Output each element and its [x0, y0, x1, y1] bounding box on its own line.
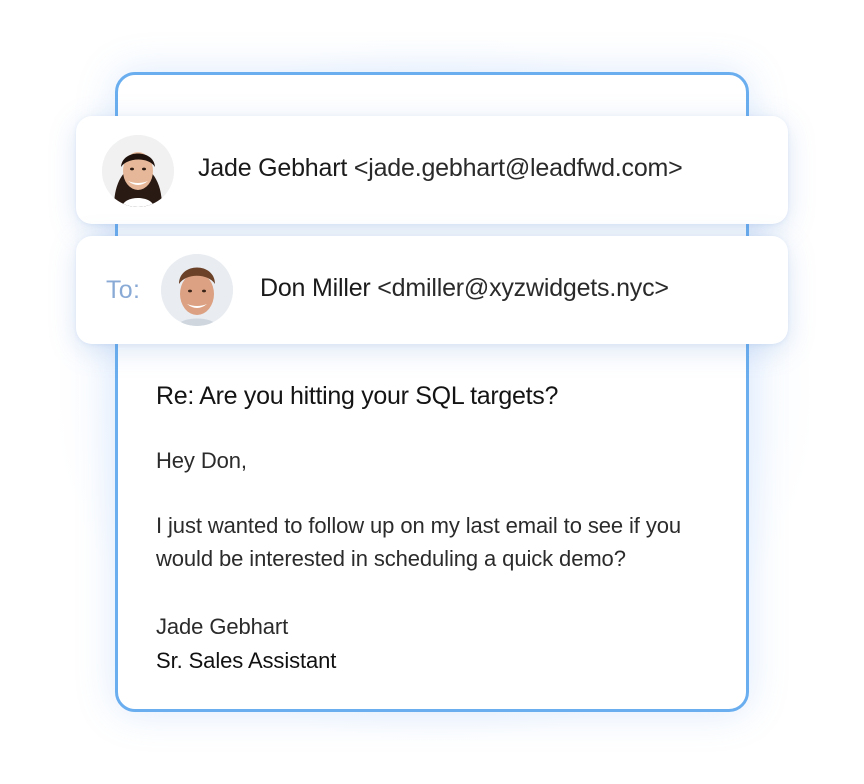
sender-contact: Jade Gebhart <jade.gebhart@leadfwd.com> — [198, 154, 683, 183]
recipient-row[interactable]: To: Don Miller <dmiller@xyzwidgets.nyc> — [76, 236, 788, 344]
recipient-avatar-image — [161, 254, 233, 326]
sender-avatar-image — [102, 135, 174, 207]
sender-name: Jade Gebhart — [198, 154, 348, 182]
recipient-avatar — [161, 254, 233, 326]
recipient-email: <dmiller@xyzwidgets.nyc> — [377, 274, 669, 302]
recipient-contact: Don Miller <dmiller@xyzwidgets.nyc> — [260, 274, 669, 303]
email-greeting: Hey Don, — [156, 448, 247, 473]
email-body-line: would be interested in scheduling a quic… — [156, 546, 626, 571]
email-body-line: I just wanted to follow up on my last em… — [156, 513, 682, 538]
signature-title: Sr. Sales Assistant — [156, 648, 337, 673]
sender-email: <jade.gebhart@leadfwd.com> — [353, 154, 683, 182]
to-label: To: — [106, 276, 141, 304]
sender-avatar — [102, 135, 174, 207]
signature-name: Jade Gebhart — [156, 614, 289, 639]
recipient-name: Don Miller — [260, 274, 371, 302]
sender-row[interactable]: Jade Gebhart <jade.gebhart@leadfwd.com> — [76, 116, 788, 224]
email-subject: Re: Are you hitting your SQL targets? — [156, 382, 559, 410]
